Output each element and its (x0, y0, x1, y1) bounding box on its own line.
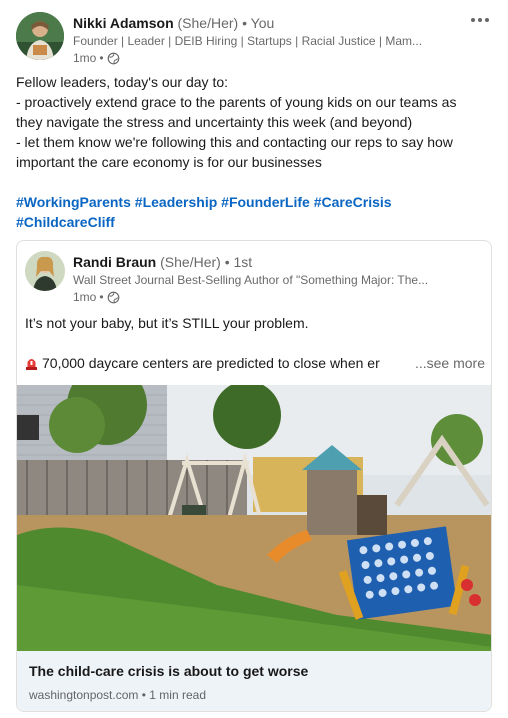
post-header: Nikki Adamson (She/Her) • You Founder | … (16, 10, 496, 66)
see-more-link[interactable]: ...see more (408, 353, 485, 373)
article-image[interactable] (17, 385, 491, 651)
article-footer[interactable]: The child-care crisis is about to get wo… (17, 651, 491, 711)
hashtag-link[interactable]: #FounderLife (221, 194, 310, 210)
hashtag-list: #WorkingParents #Leadership #FounderLife… (16, 192, 496, 232)
post-text-line: they navigate the stress and uncertainty… (16, 114, 413, 130)
globe-icon (107, 291, 120, 304)
shared-author-name[interactable]: Randi Braun (73, 254, 156, 270)
shared-post-text-line: 70,000 daycare centers are predicted to … (25, 353, 485, 373)
author-headline: Founder | Leader | DEIB Hiring | Startup… (73, 34, 423, 48)
separator-dot: • (141, 688, 146, 702)
author-pronouns: (She/Her) (177, 15, 239, 31)
post-text-line: Fellow leaders, today's our day to: (16, 74, 229, 90)
shared-post-meta: 1mo • (73, 289, 473, 305)
article-read-time: 1 min read (149, 688, 206, 702)
separator-dot: • (99, 51, 104, 65)
author-avatar[interactable] (16, 12, 64, 60)
author-line: Nikki Adamson (She/Her) • You (73, 14, 453, 32)
shared-post-text: It’s not your baby, but it’s STILL your … (25, 315, 309, 331)
author-name[interactable]: Nikki Adamson (73, 15, 174, 31)
post-text-line: - proactively extend grace to the parent… (16, 94, 457, 110)
hashtag-link[interactable]: #ChildcareCliff (16, 214, 115, 230)
post-time: 1mo (73, 51, 97, 65)
globe-icon (107, 52, 120, 65)
hashtag-link[interactable]: #Leadership (135, 194, 217, 210)
relationship-label: You (250, 15, 275, 31)
hashtag-link[interactable]: #CareCrisis (314, 194, 392, 210)
separator-dot: • (242, 15, 247, 31)
hashtag-link[interactable]: #WorkingParents (16, 194, 131, 210)
ellipsis-icon (471, 18, 475, 22)
connection-degree: 1st (233, 254, 253, 270)
shared-author-line: Randi Braun (She/Her) • 1st (73, 253, 473, 271)
shared-author-pronouns: (She/Her) (160, 254, 221, 270)
post-meta: 1mo • (73, 50, 453, 66)
shared-author-headline: Wall Street Journal Best-Selling Author … (73, 273, 429, 287)
post-text: Fellow leaders, today's our day to: - pr… (16, 72, 496, 172)
article-source: washingtonpost.com (29, 688, 139, 702)
separator-dot: • (99, 290, 104, 304)
shared-author-avatar[interactable] (25, 251, 65, 291)
shared-post-time: 1mo (73, 290, 97, 304)
shared-post-card[interactable]: Randi Braun (She/Her) • 1st Wall Street … (16, 240, 492, 712)
siren-icon (25, 355, 38, 370)
post-text-line: - let them know we're following this and… (16, 134, 453, 150)
shared-post-header: Randi Braun (She/Her) • 1st Wall Street … (25, 251, 485, 304)
more-options-button[interactable] (466, 10, 494, 30)
separator-dot: • (224, 254, 230, 270)
shared-post-text: 70,000 daycare centers are predicted to … (42, 355, 380, 371)
author-info: Nikki Adamson (She/Her) • You Founder | … (73, 14, 453, 66)
shared-author-info: Randi Braun (She/Her) • 1st Wall Street … (73, 253, 473, 305)
article-meta: washingtonpost.com • 1 min read (29, 687, 481, 703)
post-text-line: important the care economy is for our bu… (16, 154, 322, 170)
article-title[interactable]: The child-care crisis is about to get wo… (29, 661, 481, 681)
